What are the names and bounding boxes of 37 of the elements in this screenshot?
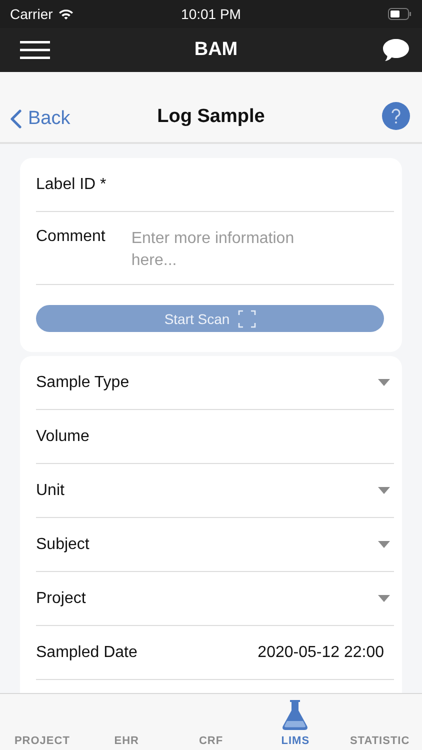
clock-time: 10:01 PM	[180, 6, 242, 22]
field-label: Unit	[36, 482, 64, 500]
field-label: Label ID *	[36, 176, 106, 194]
battery-icon	[388, 8, 412, 20]
dropdown-field[interactable]: Subject	[36, 518, 394, 571]
carrier-name: Carrier	[10, 6, 53, 22]
wifi-icon	[58, 8, 74, 20]
dropdown-caret-icon	[378, 595, 390, 602]
dropdown-field[interactable]: Sample Type	[36, 356, 394, 409]
tab[interactable]: EHR	[84, 694, 169, 750]
field-label: Volume	[36, 428, 90, 446]
dropdown-caret-icon	[378, 379, 390, 386]
help-icon[interactable]	[382, 102, 410, 130]
chat-bubble-icon[interactable]	[382, 38, 410, 62]
field-label: Project	[36, 590, 86, 608]
tab[interactable]: STATISTIC	[338, 694, 422, 750]
chevron-left-icon	[10, 109, 22, 129]
tab[interactable]: PROJECT	[0, 694, 84, 750]
scan-frame-icon	[238, 310, 256, 328]
field-label: Sample Type	[36, 374, 130, 392]
field-label: Subject	[36, 536, 90, 554]
start-scan-button[interactable]: Start Scan	[36, 305, 384, 332]
tab[interactable]: CRF	[168, 694, 254, 750]
dropdown-field[interactable]: Unit	[36, 464, 394, 517]
flask-icon	[281, 699, 310, 731]
field-label: Comment	[36, 228, 106, 246]
dropdown-caret-icon	[378, 487, 390, 494]
dropdown-field[interactable]: Project	[36, 572, 394, 625]
dropdown-caret-icon	[378, 541, 390, 548]
comment-field[interactable]: Enter more information here...	[131, 228, 332, 272]
page-title: Log Sample	[156, 106, 266, 128]
tab[interactable]: LIMS	[253, 694, 338, 750]
date-value[interactable]: 2020-05-12 22:00	[258, 644, 394, 662]
app-title: BAM	[194, 39, 238, 61]
back-button[interactable]: Back	[10, 108, 70, 130]
menu-icon[interactable]	[20, 40, 50, 60]
field-label: Sampled Date	[36, 644, 138, 662]
